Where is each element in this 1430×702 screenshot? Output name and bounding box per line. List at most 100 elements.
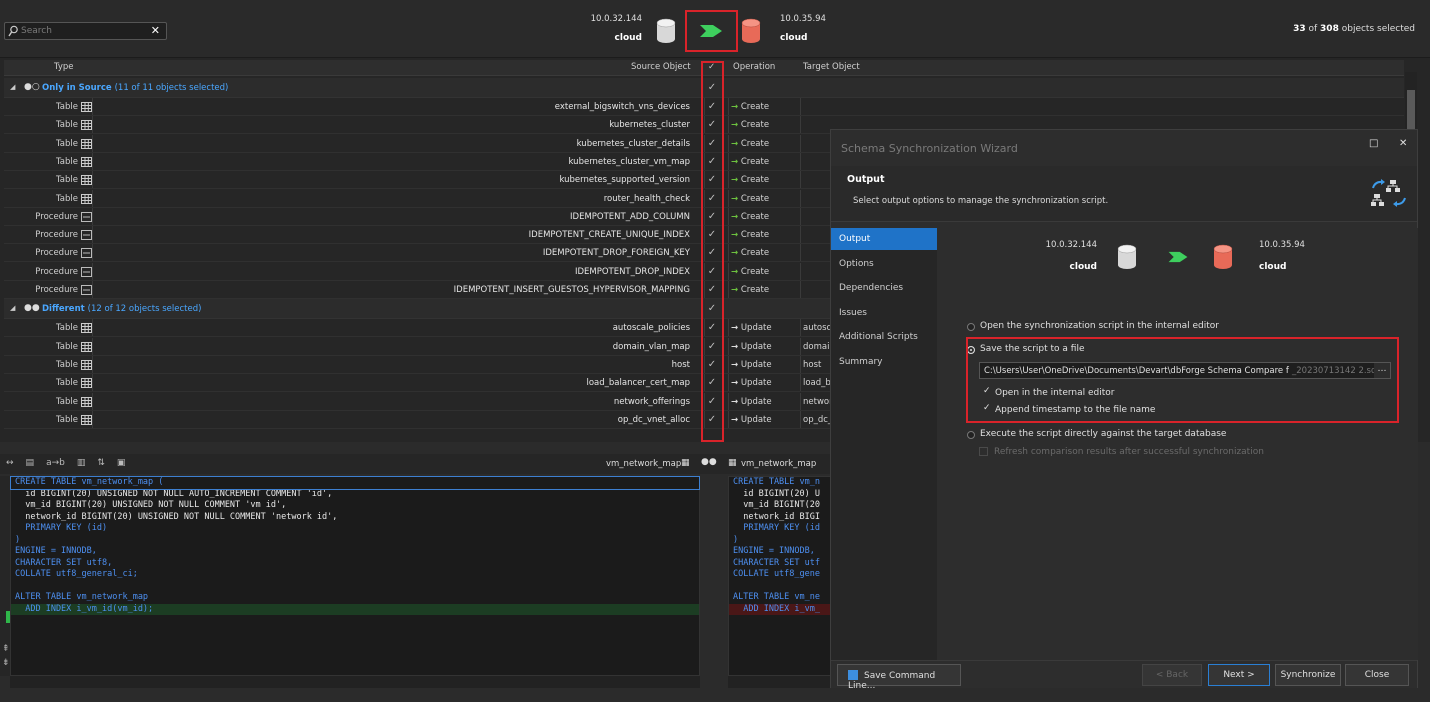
column-divider [728, 189, 729, 207]
operation-label: Update [740, 323, 772, 334]
clear-search-icon[interactable]: ✕ [151, 24, 160, 37]
code-line: COLLATE utf8_general_ci; [15, 569, 138, 579]
operation: → Create [731, 285, 769, 295]
page-title: Output [847, 174, 885, 185]
code-line: COLLATE utf8_gene [733, 569, 820, 579]
source-object-name: network_offerings [613, 396, 690, 407]
operation-label: Create [740, 266, 770, 277]
source-object-name: kubernetes_cluster_vm_map [568, 156, 690, 167]
source-object-name: IDEMPOTENT_CREATE_UNIQUE_INDEX [528, 230, 690, 241]
operation-label: Update [740, 359, 772, 370]
code-toolbar-icon[interactable]: ↔ [6, 458, 14, 468]
code-toolbar-icon[interactable]: ▤ [26, 458, 35, 468]
source-code-pane[interactable]: CREATE TABLE vm_network_map ( id BIGINT(… [10, 476, 700, 676]
col-target-object[interactable]: Target Object [803, 62, 860, 72]
group-count: (12 of 12 objects selected) [87, 304, 202, 315]
maximize-icon[interactable]: □ [1369, 138, 1378, 149]
next-button[interactable]: Next > [1208, 664, 1270, 686]
column-divider [728, 337, 729, 355]
collapse-icon[interactable]: ◢ [10, 83, 15, 91]
prev-diff-icon[interactable]: ⇞ [2, 644, 10, 654]
operation: → Create [731, 267, 769, 277]
nav-item-dependencies[interactable]: Dependencies [831, 277, 937, 299]
column-divider [92, 226, 93, 244]
row-type: Table [56, 120, 78, 131]
right-hscroll[interactable] [728, 676, 834, 688]
code-line: ENGINE = INNODB, [15, 546, 97, 556]
column-divider [728, 226, 729, 244]
code-line: ADD INDEX i_vm_id(vm_id); [11, 603, 699, 615]
table-icon [81, 175, 92, 186]
nav-item-issues[interactable]: Issues [831, 302, 937, 324]
code-toolbar-icon[interactable]: a→b [46, 458, 65, 468]
source-object-name: kubernetes_cluster_details [576, 138, 690, 149]
code-line: ADD INDEX i_vm_ [729, 603, 833, 615]
opt-execute-label: Execute the script directly against the … [980, 429, 1227, 439]
procedure-icon [81, 230, 92, 241]
code-toolbar-icon[interactable]: ▥ [77, 458, 86, 468]
radio-execute[interactable] [967, 431, 975, 439]
search-input[interactable] [21, 24, 146, 38]
row-type: Procedure [35, 230, 78, 241]
column-divider [800, 392, 801, 410]
synchronize-button[interactable]: Synchronize [1275, 664, 1341, 686]
nav-item-summary[interactable]: Summary [831, 351, 937, 373]
table-icon: ▦ [728, 458, 737, 468]
column-divider [728, 319, 729, 337]
column-divider [800, 171, 801, 189]
left-hscroll[interactable] [10, 676, 700, 688]
operation: → Update [731, 342, 772, 352]
source-object-name: kubernetes_supported_version [559, 175, 690, 186]
column-divider [728, 171, 729, 189]
dlg-target-db: cloud [1259, 262, 1287, 272]
save-command-line-button[interactable]: Save Command Line... [837, 664, 961, 691]
check-refresh[interactable] [979, 447, 988, 456]
operation: → Create [731, 139, 769, 149]
search-box[interactable]: ✕ [4, 22, 167, 40]
source-connection: 10.0.32.144 cloud [590, 14, 642, 43]
column-divider [800, 189, 801, 207]
close-button[interactable]: Close [1345, 664, 1409, 686]
row-type: Procedure [35, 248, 78, 259]
table-icon [81, 414, 92, 425]
code-toolbar-icon[interactable]: ⇅ [97, 458, 105, 468]
column-divider [728, 152, 729, 170]
target-ip: 10.0.35.94 [780, 14, 826, 24]
col-type[interactable]: Type [54, 62, 74, 72]
target-code-pane[interactable]: CREATE TABLE vm_n id BIGINT(20) U vm_id … [728, 476, 834, 676]
row-type: Table [56, 156, 78, 167]
row-type: Procedure [35, 285, 78, 295]
code-line: CHARACTER SET utf [733, 557, 820, 568]
nav-item-output[interactable]: Output [831, 228, 937, 250]
target-object-name: op_dc_ [803, 414, 833, 425]
operation-label: Update [740, 378, 772, 389]
back-button[interactable]: < Back [1142, 664, 1202, 686]
next-diff-icon[interactable]: ⇟ [2, 658, 10, 668]
column-divider [92, 262, 93, 280]
nav-item-options[interactable]: Options [831, 253, 937, 275]
column-divider [800, 98, 801, 115]
column-divider [800, 116, 801, 134]
col-source-object[interactable]: Source Object [631, 62, 691, 72]
operation-label: Create [740, 285, 770, 295]
search-icon [8, 25, 18, 37]
row-type: Procedure [35, 266, 78, 277]
column-divider [800, 281, 801, 298]
table-icon: ▦ [681, 458, 690, 468]
row-type: Table [56, 138, 78, 149]
collapse-icon[interactable]: ◢ [10, 304, 15, 312]
col-operation[interactable]: Operation [733, 62, 775, 72]
scrollbar-thumb[interactable] [1407, 90, 1415, 130]
close-icon[interactable]: ✕ [1399, 138, 1407, 149]
nav-item-additional-scripts[interactable]: Additional Scripts [831, 326, 937, 348]
direction-highlight [685, 10, 738, 52]
source-database-icon [656, 18, 676, 43]
code-toolbar-icon[interactable]: ▣ [117, 458, 126, 468]
schema-sync-wizard: Schema Synchronization Wizard □ ✕ Output… [830, 129, 1418, 691]
dlg-source-db: cloud [1069, 262, 1097, 272]
radio-internal-editor[interactable] [967, 323, 975, 331]
dialog-header: Output Select output options to manage t… [831, 166, 1417, 222]
column-divider [800, 355, 801, 373]
code-line: CHARACTER SET utf8, [15, 557, 113, 568]
source-object-name: external_bigswitch_vns_devices [554, 102, 690, 112]
